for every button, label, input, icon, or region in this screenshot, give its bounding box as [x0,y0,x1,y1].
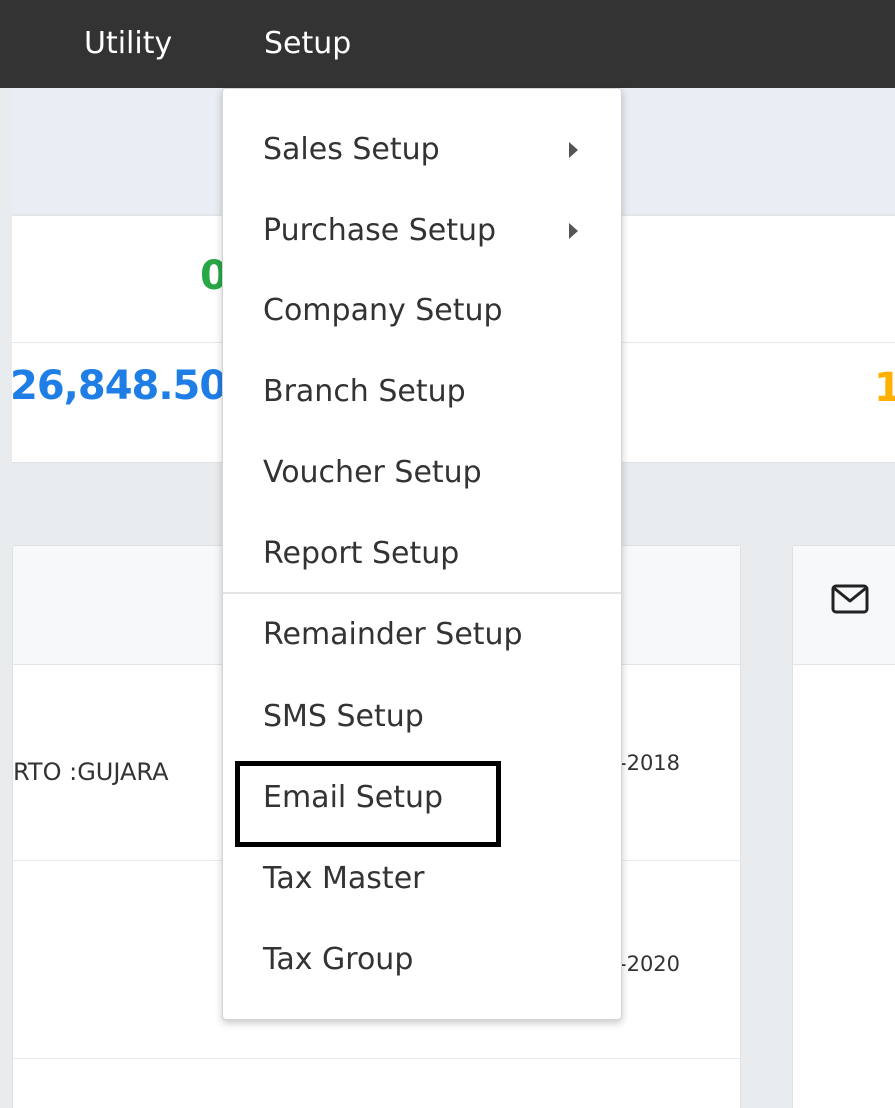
menu-item-branch-setup[interactable]: Branch Setup [223,351,621,433]
nav-setup-menu[interactable]: Setup [264,22,351,66]
menu-item-sales-setup[interactable]: Sales Setup [223,109,621,191]
menu-item-email-setup[interactable]: Email Setup [223,757,621,847]
menu-item-label: Purchase Setup [263,213,497,248]
menu-item-label: Voucher Setup [263,455,482,490]
menu-item-label: SMS Setup [263,699,424,734]
table-row-name: RTO :GUJARA [13,758,169,786]
menu-item-voucher-setup[interactable]: Voucher Setup [223,432,621,514]
menu-item-label: Tax Group [263,942,414,977]
table-row-date: -2020 [619,952,681,976]
menu-item-label: Sales Setup [263,132,440,167]
right-panel-header [793,546,895,665]
caret-right-icon [569,223,578,239]
stat-value-blue: 26,848.50 [10,363,227,409]
menu-item-label: Company Setup [263,293,503,328]
top-navbar: Utility Setup [0,0,895,88]
menu-item-label: Email Setup [263,780,444,815]
nav-utility-menu[interactable]: Utility [84,22,172,66]
caret-right-icon [569,142,578,158]
menu-item-label: Branch Setup [263,374,466,409]
menu-item-tax-master[interactable]: Tax Master [223,838,621,920]
menu-item-label: Remainder Setup [263,617,523,652]
menu-item-label: Tax Master [263,861,425,896]
menu-item-label: Report Setup [263,536,460,571]
menu-item-purchase-setup[interactable]: Purchase Setup [223,190,621,272]
menu-item-sms-setup[interactable]: SMS Setup [223,676,621,758]
menu-item-tax-group[interactable]: Tax Group [223,919,621,1001]
menu-item-company-setup[interactable]: Company Setup [223,270,621,352]
stat-value-yellow: 1 [874,365,895,411]
setup-dropdown-menu: Sales Setup Purchase Setup Company Setup… [222,88,622,1020]
menu-item-report-setup[interactable]: Report Setup [223,513,621,595]
envelope-icon [831,584,869,614]
table-row-date: -2018 [619,751,681,775]
table-row-divider [13,1058,740,1059]
menu-item-remainder-setup[interactable]: Remainder Setup [223,594,621,676]
right-panel [792,545,895,1108]
